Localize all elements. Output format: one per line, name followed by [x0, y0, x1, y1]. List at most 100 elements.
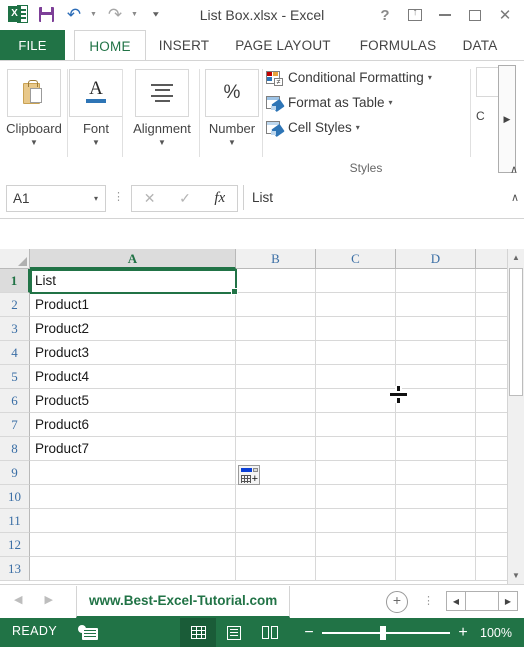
cell-a9[interactable]	[30, 461, 236, 485]
scroll-up-button[interactable]: ▲	[508, 249, 524, 266]
cell-e13[interactable]	[476, 557, 508, 581]
horizontal-scrollbar[interactable]: ◀ ▶	[446, 591, 518, 611]
cell-e7[interactable]	[476, 413, 508, 437]
cell-c12[interactable]	[316, 533, 396, 557]
cell-a7[interactable]: Product6	[30, 413, 236, 437]
name-box[interactable]: A1 ▾	[6, 185, 106, 212]
cell-d10[interactable]	[396, 485, 476, 509]
chevron-down-icon[interactable]: ▼	[0, 138, 68, 147]
chevron-down-icon[interactable]: ▾	[87, 194, 105, 203]
cell-a13[interactable]	[30, 557, 236, 581]
ribbon-display-options-button[interactable]	[402, 4, 428, 26]
cell-b12[interactable]	[236, 533, 316, 557]
chevron-down-icon[interactable]: ▾	[356, 123, 360, 132]
page-break-view-button[interactable]	[252, 618, 288, 647]
row-header-8[interactable]: 8	[0, 437, 30, 461]
previous-sheet-button[interactable]: ◀	[14, 593, 22, 606]
minimize-button[interactable]	[432, 4, 458, 26]
zoom-out-button[interactable]: −	[303, 624, 315, 642]
tab-insert[interactable]: INSERT	[150, 30, 218, 61]
row-header-3[interactable]: 3	[0, 317, 30, 341]
alignment-group-button[interactable]	[135, 69, 189, 117]
cell-c5[interactable]	[316, 365, 396, 389]
zoom-slider-thumb[interactable]	[380, 626, 386, 640]
cell-c2[interactable]	[316, 293, 396, 317]
cell-d3[interactable]	[396, 317, 476, 341]
cell-e2[interactable]	[476, 293, 508, 317]
zoom-in-button[interactable]: +	[457, 624, 469, 642]
cell-b8[interactable]	[236, 437, 316, 461]
chevron-down-icon[interactable]: ▼	[69, 138, 123, 147]
normal-view-button[interactable]	[180, 618, 216, 647]
collapse-ribbon-button[interactable]: ∧	[510, 163, 518, 176]
column-header-a[interactable]: A	[30, 249, 236, 269]
cell-e12[interactable]	[476, 533, 508, 557]
chevron-down-icon[interactable]: ▾	[428, 73, 432, 82]
cell-c3[interactable]	[316, 317, 396, 341]
cell-e4[interactable]	[476, 341, 508, 365]
scroll-left-button[interactable]: ◀	[446, 591, 466, 611]
ribbon-scroll-right-button[interactable]: ▶	[498, 65, 516, 173]
cell-b10[interactable]	[236, 485, 316, 509]
cell-c9[interactable]	[316, 461, 396, 485]
cell-c6[interactable]	[316, 389, 396, 413]
cell-d4[interactable]	[396, 341, 476, 365]
row-header-11[interactable]: 11	[0, 509, 30, 533]
cell-d6[interactable]	[396, 389, 476, 413]
cell-c1[interactable]	[316, 269, 396, 293]
cell-d12[interactable]	[396, 533, 476, 557]
row-header-4[interactable]: 4	[0, 341, 30, 365]
cell-b3[interactable]	[236, 317, 316, 341]
cell-b2[interactable]	[236, 293, 316, 317]
cell-c7[interactable]	[316, 413, 396, 437]
cell-a6[interactable]: Product5	[30, 389, 236, 413]
next-sheet-button[interactable]: ▶	[44, 593, 52, 606]
column-header-c[interactable]: C	[316, 249, 396, 269]
cell-c11[interactable]	[316, 509, 396, 533]
cell-a8[interactable]: Product7	[30, 437, 236, 461]
cell-e3[interactable]	[476, 317, 508, 341]
vertical-scrollbar[interactable]: ▲ ▼	[507, 249, 524, 584]
chevron-down-icon[interactable]: ▾	[389, 98, 393, 107]
ribbon-group-font[interactable]: A Font ▼	[69, 65, 123, 169]
cell-b7[interactable]	[236, 413, 316, 437]
column-header-e[interactable]	[476, 249, 508, 269]
help-button[interactable]: ?	[372, 4, 398, 26]
cell-d13[interactable]	[396, 557, 476, 581]
cell-d9[interactable]	[396, 461, 476, 485]
format-as-table-button[interactable]: Format as Table ▾	[266, 90, 466, 115]
ribbon-group-number[interactable]: % Number ▼	[201, 65, 263, 169]
cell-e6[interactable]	[476, 389, 508, 413]
cell-b5[interactable]	[236, 365, 316, 389]
cell-d2[interactable]	[396, 293, 476, 317]
cell-a5[interactable]: Product4	[30, 365, 236, 389]
tab-file[interactable]: FILE	[0, 30, 65, 61]
row-header-7[interactable]: 7	[0, 413, 30, 437]
horizontal-scroll-thumb[interactable]	[466, 591, 498, 611]
cell-e5[interactable]	[476, 365, 508, 389]
cell-a12[interactable]	[30, 533, 236, 557]
formula-input[interactable]: List	[243, 185, 502, 210]
cell-c13[interactable]	[316, 557, 396, 581]
cell-a10[interactable]	[30, 485, 236, 509]
cell-e1[interactable]	[476, 269, 508, 293]
cell-e8[interactable]	[476, 437, 508, 461]
cell-d11[interactable]	[396, 509, 476, 533]
cell-a3[interactable]: Product2	[30, 317, 236, 341]
cell-b1[interactable]	[236, 269, 316, 293]
new-sheet-button[interactable]: +	[386, 591, 408, 613]
cell-d8[interactable]	[396, 437, 476, 461]
scroll-right-button[interactable]: ▶	[498, 591, 518, 611]
tab-page-layout[interactable]: PAGE LAYOUT	[222, 30, 344, 61]
cell-d5[interactable]	[396, 365, 476, 389]
cell-b6[interactable]	[236, 389, 316, 413]
enter-icon[interactable]: ✓	[179, 190, 191, 207]
cell-a1[interactable]: List	[30, 269, 236, 293]
row-header-9[interactable]: 9	[0, 461, 30, 485]
sheet-tab[interactable]: www.Best-Excel-Tutorial.com	[76, 586, 291, 618]
cell-styles-button[interactable]: Cell Styles ▾	[266, 115, 466, 140]
chevron-down-icon[interactable]: ▼	[124, 138, 200, 147]
ribbon-group-alignment[interactable]: Alignment ▼	[124, 65, 200, 169]
cell-e10[interactable]	[476, 485, 508, 509]
cell-b13[interactable]	[236, 557, 316, 581]
